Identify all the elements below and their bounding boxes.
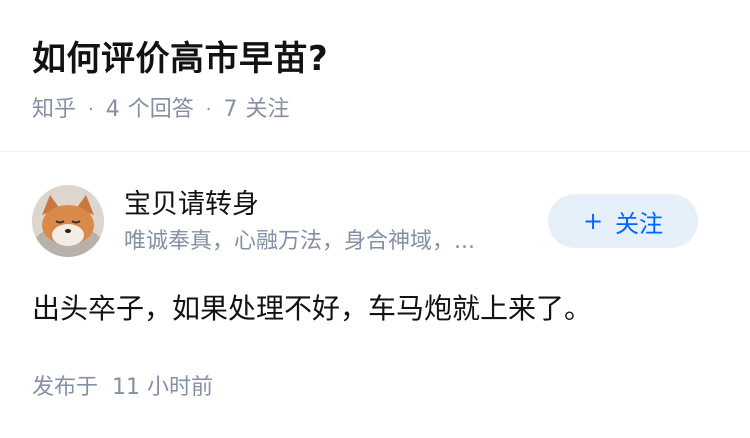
answer-content[interactable]: 出头卒子，如果处理不好，车马炮就上来了。 — [32, 288, 592, 330]
question-meta: 知乎 · 4 个回答 · 7 关注 — [32, 94, 290, 126]
follow-button[interactable]: + 关注 — [548, 194, 698, 248]
answers-count: 4 — [105, 97, 120, 122]
author-row: 宝贝请转身 唯诚奉真，心融万法，身合神域，... + 关注 — [32, 185, 718, 257]
posted-time: 11 小时前 — [112, 375, 214, 400]
question-header: 如何评价高市早苗? 知乎 · 4 个回答 · 7 关注 — [0, 0, 750, 152]
plus-icon: + — [582, 207, 604, 235]
source-label: 知乎 — [32, 97, 77, 122]
author-name[interactable]: 宝贝请转身 — [124, 187, 259, 223]
fox-avatar-icon — [32, 185, 104, 257]
follow-button-label: 关注 — [615, 209, 664, 238]
follow-label: 关注 — [245, 97, 290, 122]
avatar[interactable] — [32, 185, 104, 257]
author-bio: 唯诚奉真，心融万法，身合神域，... — [124, 229, 475, 254]
answers-label: 个回答 — [127, 97, 194, 122]
answer-page: 如何评价高市早苗? 知乎 · 4 个回答 · 7 关注 宝贝请转身 唯诚奉真，心… — [0, 0, 750, 438]
meta-separator: · — [88, 99, 94, 120]
posted-label: 发布于 — [32, 375, 99, 400]
answer-footer: 发布于 11 小时前 — [32, 372, 213, 404]
question-title[interactable]: 如何评价高市早苗? — [32, 36, 328, 82]
meta-separator: · — [205, 99, 212, 120]
follow-count: 7 — [223, 97, 238, 122]
